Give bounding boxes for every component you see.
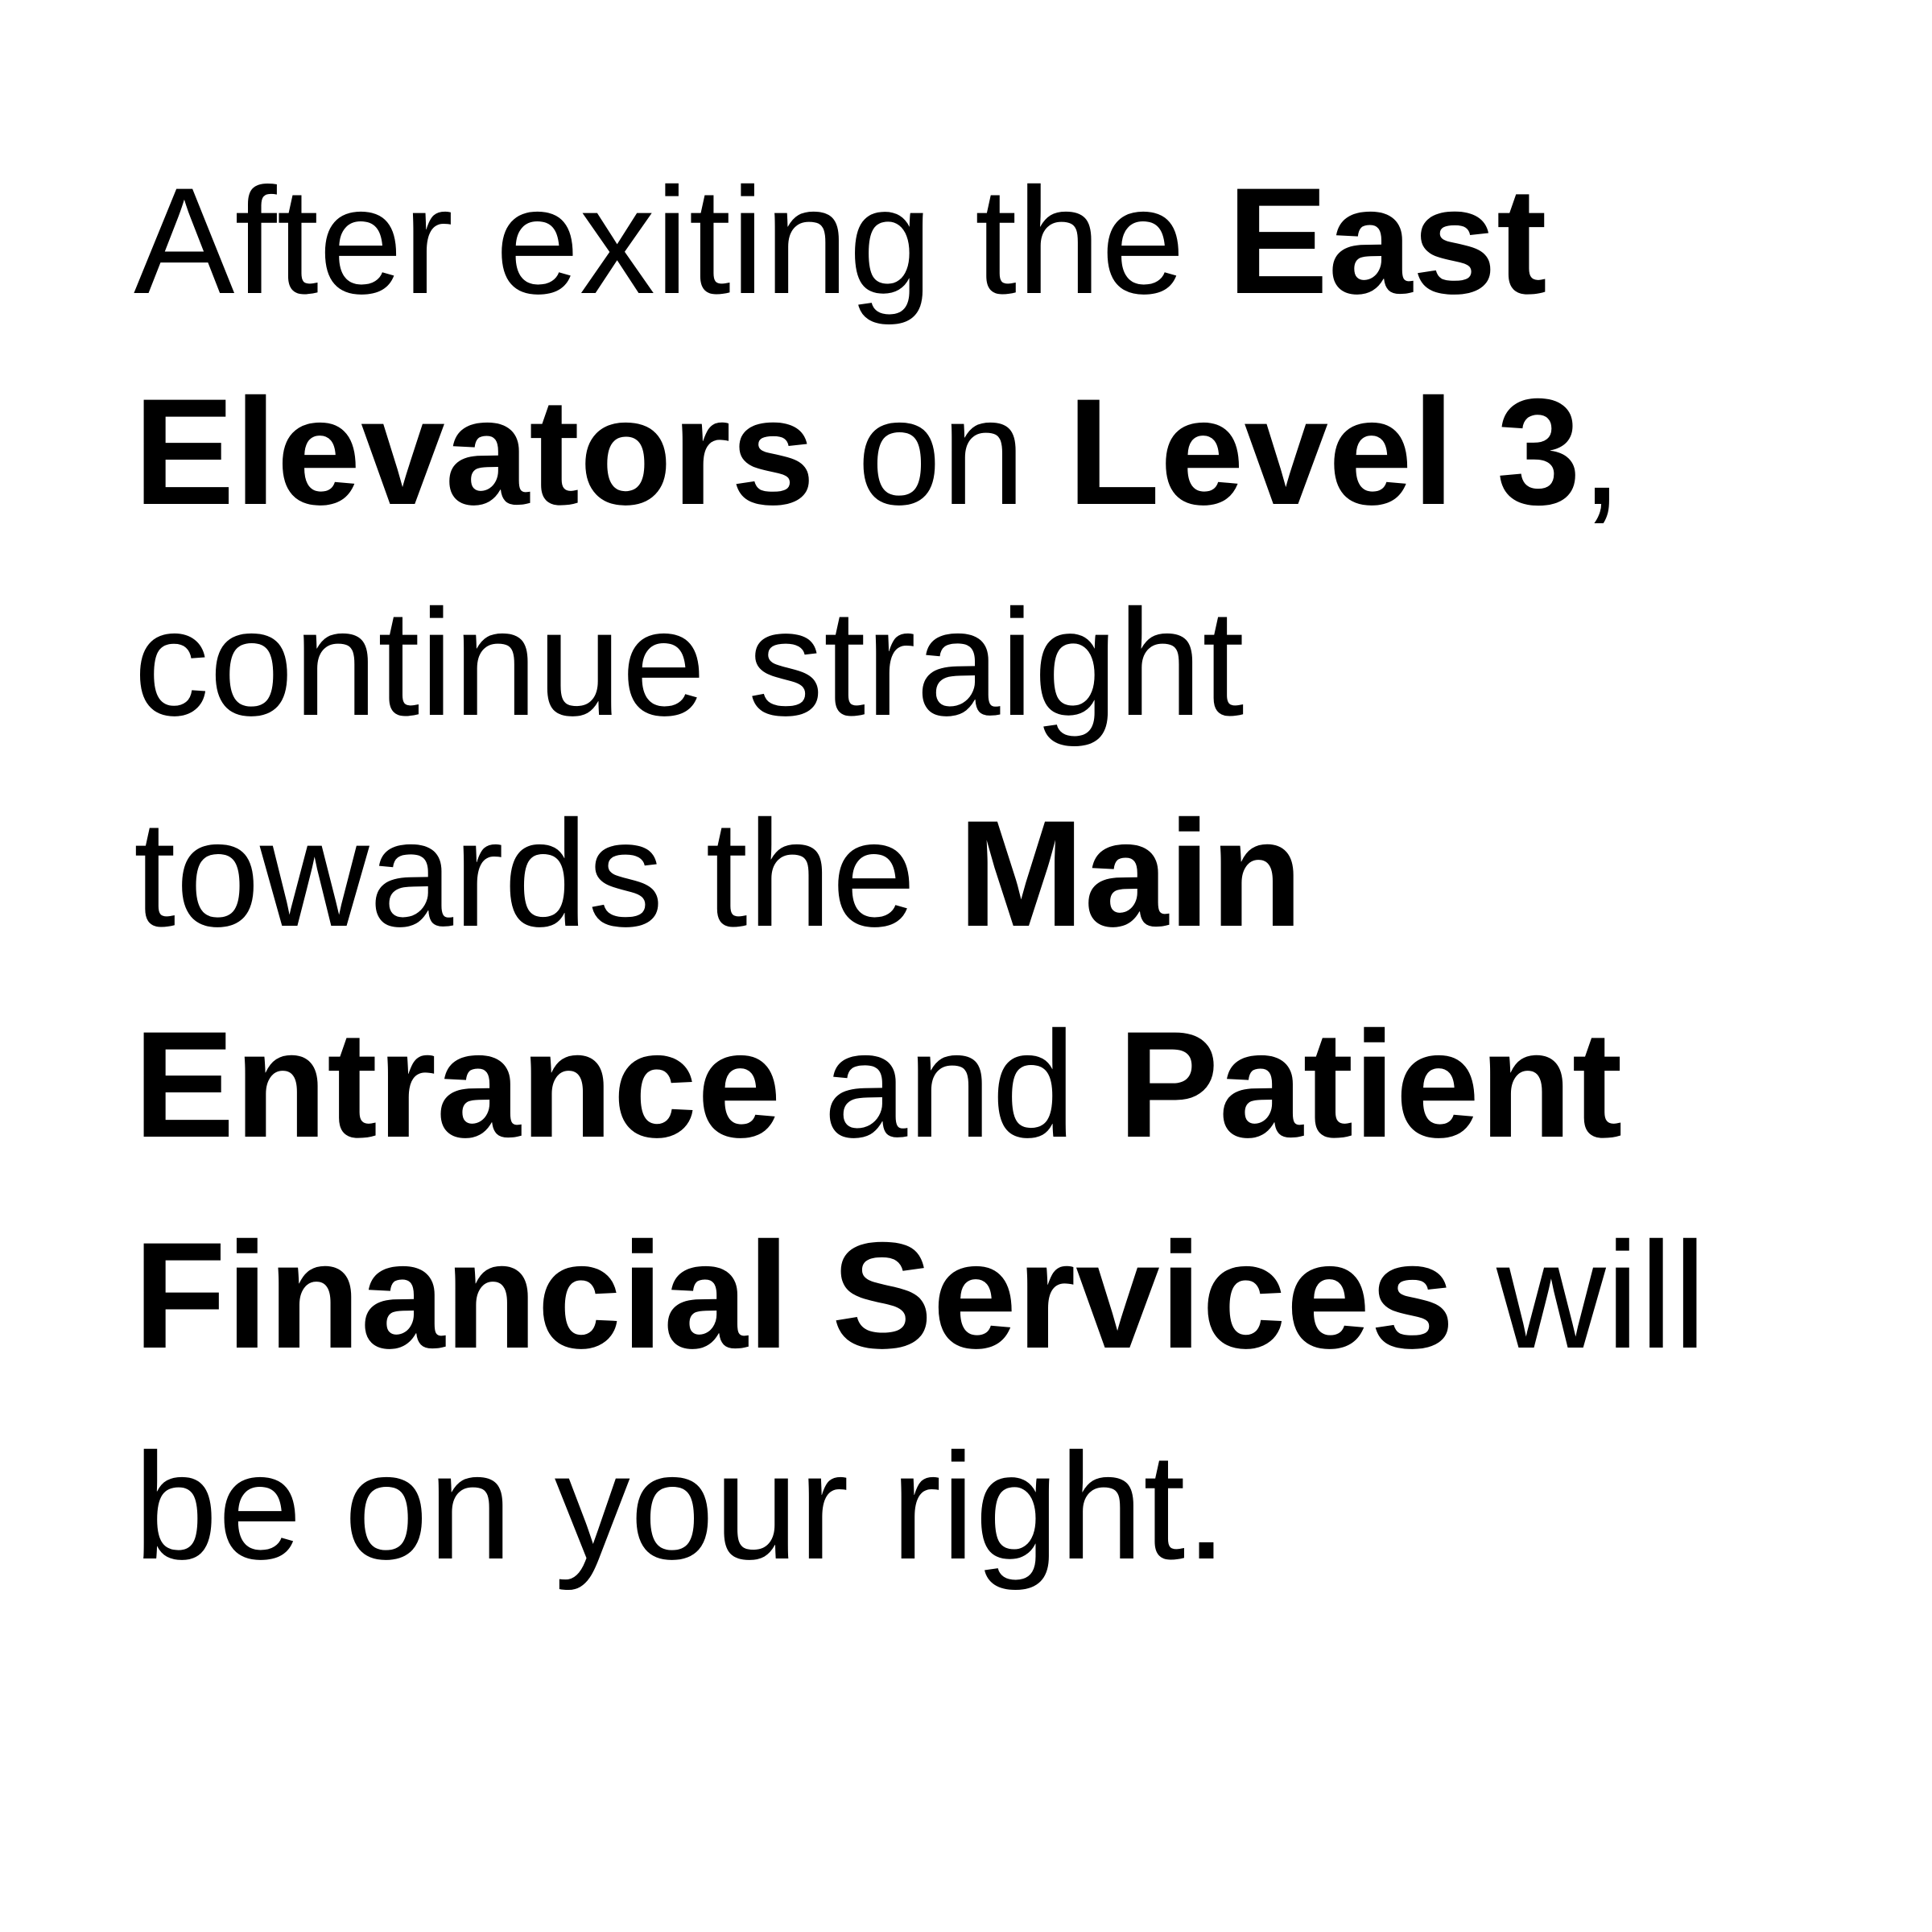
directions-text: After exiting the East Elevators on Leve… bbox=[134, 135, 1864, 1612]
text-run: on bbox=[815, 367, 1068, 536]
text-run-bold: Level 3 bbox=[1067, 367, 1581, 536]
text-run: continue straight bbox=[134, 578, 1245, 747]
text-run: After exiting the bbox=[134, 156, 1228, 325]
text-run: will bbox=[1454, 1211, 1707, 1380]
text-run-bold: Patient bbox=[1117, 1000, 1623, 1169]
text-run-bold: East bbox=[1227, 156, 1547, 325]
text-run-bold: Main bbox=[958, 789, 1303, 958]
text-line: Financial Services will bbox=[134, 1190, 1864, 1401]
text-line: Elevators on Level 3, bbox=[134, 346, 1864, 557]
text-run-bold: Financial Services bbox=[134, 1211, 1455, 1380]
text-line: After exiting the East bbox=[134, 135, 1864, 346]
text-run: and bbox=[781, 1000, 1118, 1169]
text-line: continue straight bbox=[134, 557, 1864, 768]
text-run: be on your right. bbox=[134, 1422, 1228, 1591]
text-line: towards the Main bbox=[134, 768, 1864, 979]
text-line: be on your right. bbox=[134, 1401, 1864, 1612]
text-run-bold: Entrance bbox=[134, 1000, 782, 1169]
text-line: Entrance and Patient bbox=[134, 979, 1864, 1190]
text-run: , bbox=[1580, 367, 1623, 536]
text-run-bold: Elevators bbox=[134, 367, 815, 536]
text-run: towards the bbox=[134, 789, 959, 958]
